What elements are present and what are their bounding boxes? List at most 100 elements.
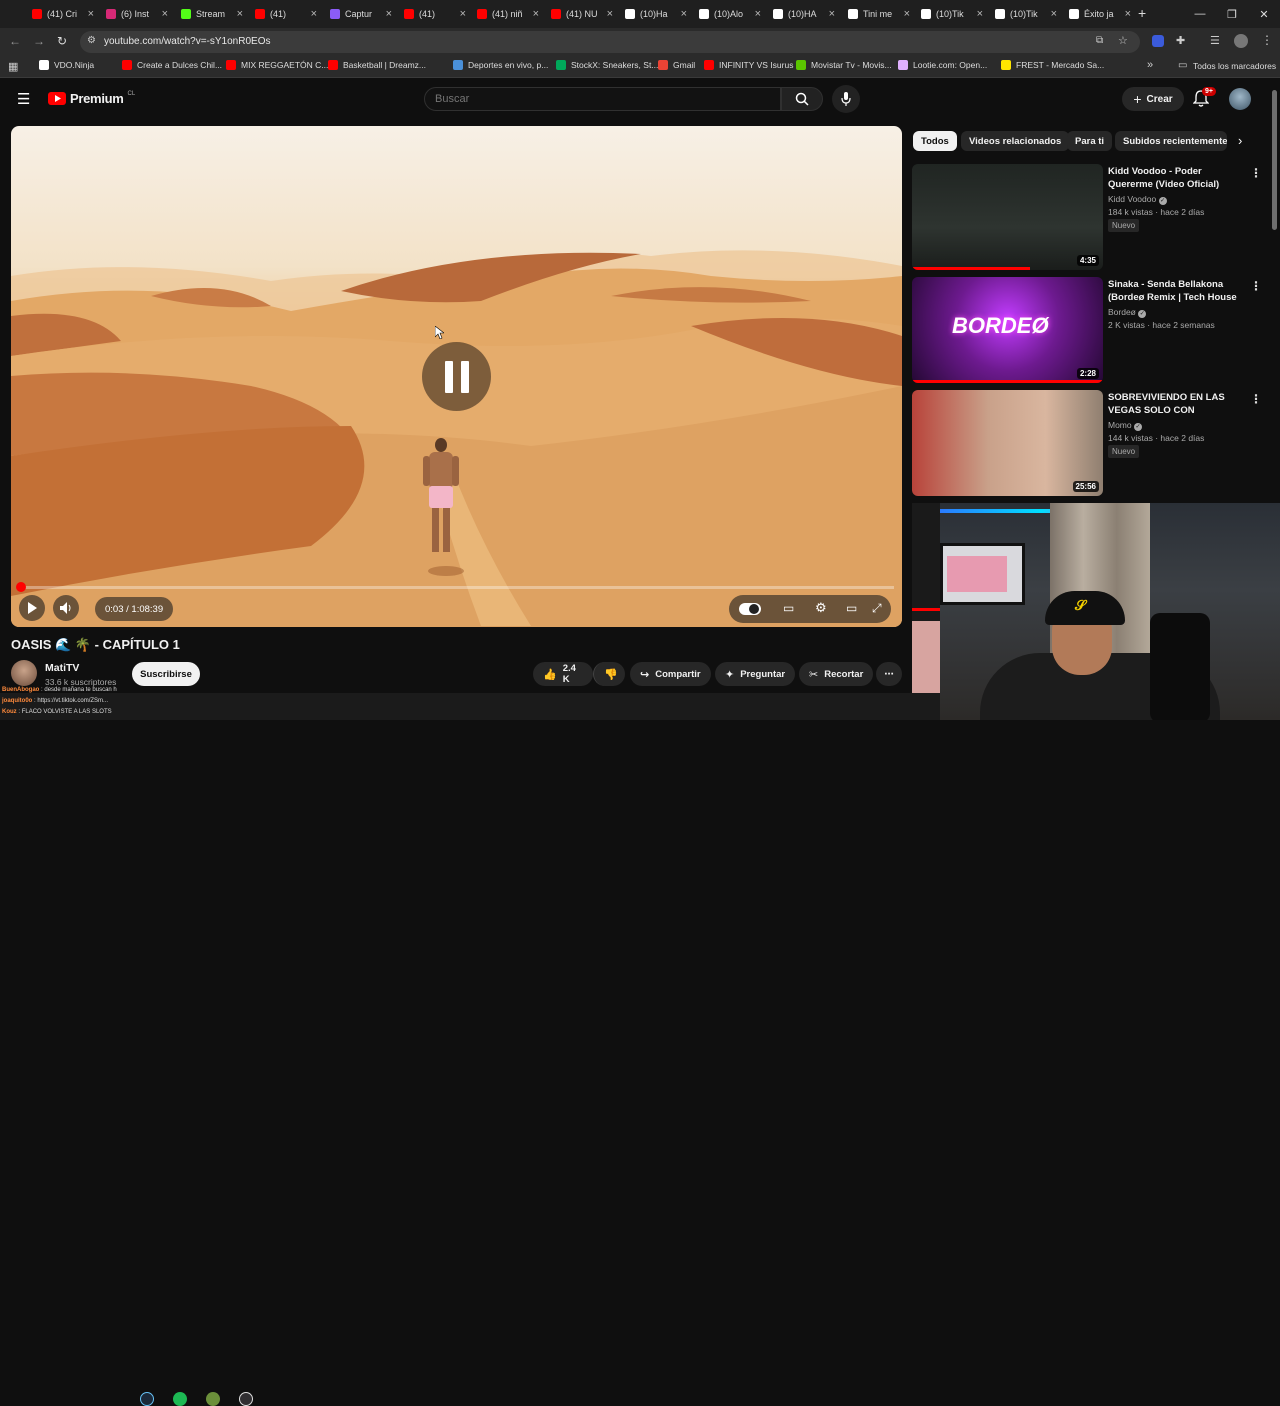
- more-options-icon[interactable]: ⋮: [1250, 392, 1262, 406]
- recommendation-item[interactable]: BORDEØ 2:28 Sinaka - Senda Bellakona (Bord…: [912, 277, 1272, 385]
- bookmark-item[interactable]: INFINITY VS Isurus: [704, 60, 793, 70]
- chip-all[interactable]: Todos: [913, 131, 957, 151]
- browser-tab[interactable]: (10)HA ×: [773, 4, 835, 24]
- ask-button[interactable]: ✦ Preguntar: [715, 662, 796, 686]
- reading-list-icon[interactable]: ☰: [1210, 34, 1220, 47]
- recommendation-channel[interactable]: Kidd Voodoo ✓: [1108, 194, 1167, 205]
- minimize-icon[interactable]: —: [1184, 0, 1216, 28]
- video-thumbnail[interactable]: BORDEØ 2:28: [912, 277, 1103, 383]
- tab-close-icon[interactable]: ×: [681, 8, 687, 20]
- share-button[interactable]: ↪ Compartir: [630, 662, 711, 686]
- like-button[interactable]: 👍 2.4 K: [533, 662, 593, 686]
- voice-search-button[interactable]: [832, 85, 860, 113]
- profile-icon[interactable]: [1234, 34, 1248, 48]
- bookmark-item[interactable]: Create a Dulces Chil...: [122, 60, 222, 70]
- tab-close-icon[interactable]: ×: [162, 8, 168, 20]
- clip-button[interactable]: ✂ Recortar: [799, 662, 874, 686]
- chip-filter[interactable]: Videos relacionados: [961, 131, 1070, 151]
- hamburger-menu-icon[interactable]: ☰: [17, 90, 30, 108]
- partial-thumbnail[interactable]: [912, 503, 940, 693]
- recommendation-channel[interactable]: Bordeø ✓: [1108, 307, 1147, 318]
- search-box[interactable]: [424, 87, 781, 111]
- more-options-icon[interactable]: ⋮: [1250, 279, 1262, 293]
- subtitles-icon[interactable]: ▭: [783, 601, 794, 615]
- extensions-puzzle-icon[interactable]: ✚: [1176, 34, 1185, 47]
- tab-close-icon[interactable]: ×: [386, 8, 392, 20]
- new-tab-button[interactable]: +: [1138, 5, 1146, 21]
- bookmark-item[interactable]: VDO.Ninja: [39, 60, 94, 70]
- subscribe-button[interactable]: Suscribirse: [132, 662, 200, 686]
- youtube-logo[interactable]: Premium CL: [48, 91, 135, 106]
- browser-tab[interactable]: Captur ×: [330, 4, 392, 24]
- video-thumbnail[interactable]: 25:56: [912, 390, 1103, 496]
- back-icon[interactable]: ←: [9, 34, 21, 48]
- settings-gear-icon[interactable]: ⚙: [815, 600, 827, 616]
- browser-tab[interactable]: (41) Cri ×: [32, 4, 94, 24]
- tab-close-icon[interactable]: ×: [460, 8, 466, 20]
- close-window-icon[interactable]: ✕: [1248, 0, 1280, 28]
- bookmark-item[interactable]: Lootie.com: Open...: [898, 60, 987, 70]
- spotify-icon[interactable]: [173, 1392, 187, 1406]
- browser-tab[interactable]: Stream ×: [181, 4, 243, 24]
- browser-tab[interactable]: Tini me ×: [848, 4, 910, 24]
- tab-close-icon[interactable]: ×: [88, 8, 94, 20]
- account-avatar[interactable]: [1229, 88, 1251, 110]
- chip-filter[interactable]: Para ti: [1067, 131, 1113, 151]
- browser-tab[interactable]: (41) ×: [404, 4, 466, 24]
- app-icon[interactable]: [206, 1392, 220, 1406]
- recommendation-title[interactable]: Sinaka - Senda Bellakona (Bordeø Remix |…: [1108, 278, 1240, 304]
- volume-button[interactable]: [53, 595, 79, 621]
- tab-close-icon[interactable]: ×: [607, 8, 613, 20]
- tab-close-icon[interactable]: ×: [904, 8, 910, 20]
- browser-tab[interactable]: (6) Inst ×: [106, 4, 168, 24]
- steam-icon[interactable]: [140, 1392, 154, 1406]
- video-thumbnail[interactable]: 4:35: [912, 164, 1103, 270]
- extension-icon[interactable]: [1152, 35, 1164, 47]
- tab-close-icon[interactable]: ×: [1051, 8, 1057, 20]
- install-icon[interactable]: ⧉: [1096, 35, 1103, 46]
- tab-close-icon[interactable]: ×: [237, 8, 243, 20]
- search-button[interactable]: [781, 87, 823, 111]
- omnibox[interactable]: ⚙ youtube.com/watch?v=-sY1onR0EOs ⧉ ☆: [80, 31, 1140, 53]
- recommendation-title[interactable]: SOBREVIVIENDO EN LAS VEGAS SOLO CON APUE…: [1108, 391, 1240, 417]
- more-actions-button[interactable]: ⋯: [876, 662, 902, 686]
- restore-icon[interactable]: ❐: [1216, 0, 1248, 28]
- bookmark-item[interactable]: Deportes en vivo, p...: [453, 60, 548, 70]
- browser-tab[interactable]: (10)Tik ×: [921, 4, 983, 24]
- recommendation-item[interactable]: 4:35 Kidd Voodoo - Poder Quererme (Video …: [912, 164, 1272, 272]
- tab-close-icon[interactable]: ×: [977, 8, 983, 20]
- site-info-icon[interactable]: ⚙: [87, 35, 96, 46]
- fullscreen-icon[interactable]: ⤢: [872, 601, 882, 616]
- recommendation-title[interactable]: Kidd Voodoo - Poder Quererme (Video Ofic…: [1108, 165, 1240, 191]
- browser-tab[interactable]: (10)Ha ×: [625, 4, 687, 24]
- bookmark-item[interactable]: Basketball | Dreamz...: [328, 60, 426, 70]
- chips-next-icon[interactable]: ›: [1238, 133, 1242, 148]
- browser-tab[interactable]: (10)Tik ×: [995, 4, 1057, 24]
- play-button[interactable]: [19, 595, 45, 621]
- bookmarks-overflow-button[interactable]: »: [1147, 59, 1153, 71]
- search-input[interactable]: [425, 88, 780, 110]
- bookmark-item[interactable]: Movistar Tv - Movis...: [796, 60, 892, 70]
- recommendation-channel[interactable]: Momo ✓: [1108, 420, 1142, 431]
- center-pause-button[interactable]: [422, 342, 491, 411]
- dislike-button[interactable]: 👎: [593, 662, 625, 686]
- all-bookmarks-link[interactable]: Todos los marcadores: [1193, 61, 1276, 71]
- autoplay-toggle[interactable]: [739, 603, 761, 615]
- bookmark-item[interactable]: MIX REGGAETÓN C...: [226, 60, 328, 70]
- bookmark-item[interactable]: Gmail: [658, 60, 695, 70]
- browser-tab[interactable]: (41) niñ ×: [477, 4, 539, 24]
- notifications-button[interactable]: 9+: [1192, 87, 1216, 112]
- progress-scrubber[interactable]: [16, 582, 26, 592]
- tab-close-icon[interactable]: ×: [311, 8, 317, 20]
- browser-tab[interactable]: (41) ×: [255, 4, 317, 24]
- create-button[interactable]: + Crear: [1122, 87, 1184, 111]
- reload-icon[interactable]: ↻: [57, 34, 67, 48]
- browser-tab[interactable]: (10)Alo ×: [699, 4, 761, 24]
- tab-close-icon[interactable]: ×: [1125, 8, 1131, 20]
- page-scrollbar[interactable]: [1272, 90, 1277, 230]
- theater-mode-icon[interactable]: ▭: [846, 601, 857, 615]
- browser-menu-icon[interactable]: ⋮: [1261, 33, 1273, 47]
- channel-avatar[interactable]: [11, 660, 37, 686]
- forward-icon[interactable]: →: [33, 34, 45, 48]
- browser-tab[interactable]: Éxito ja ×: [1069, 4, 1131, 24]
